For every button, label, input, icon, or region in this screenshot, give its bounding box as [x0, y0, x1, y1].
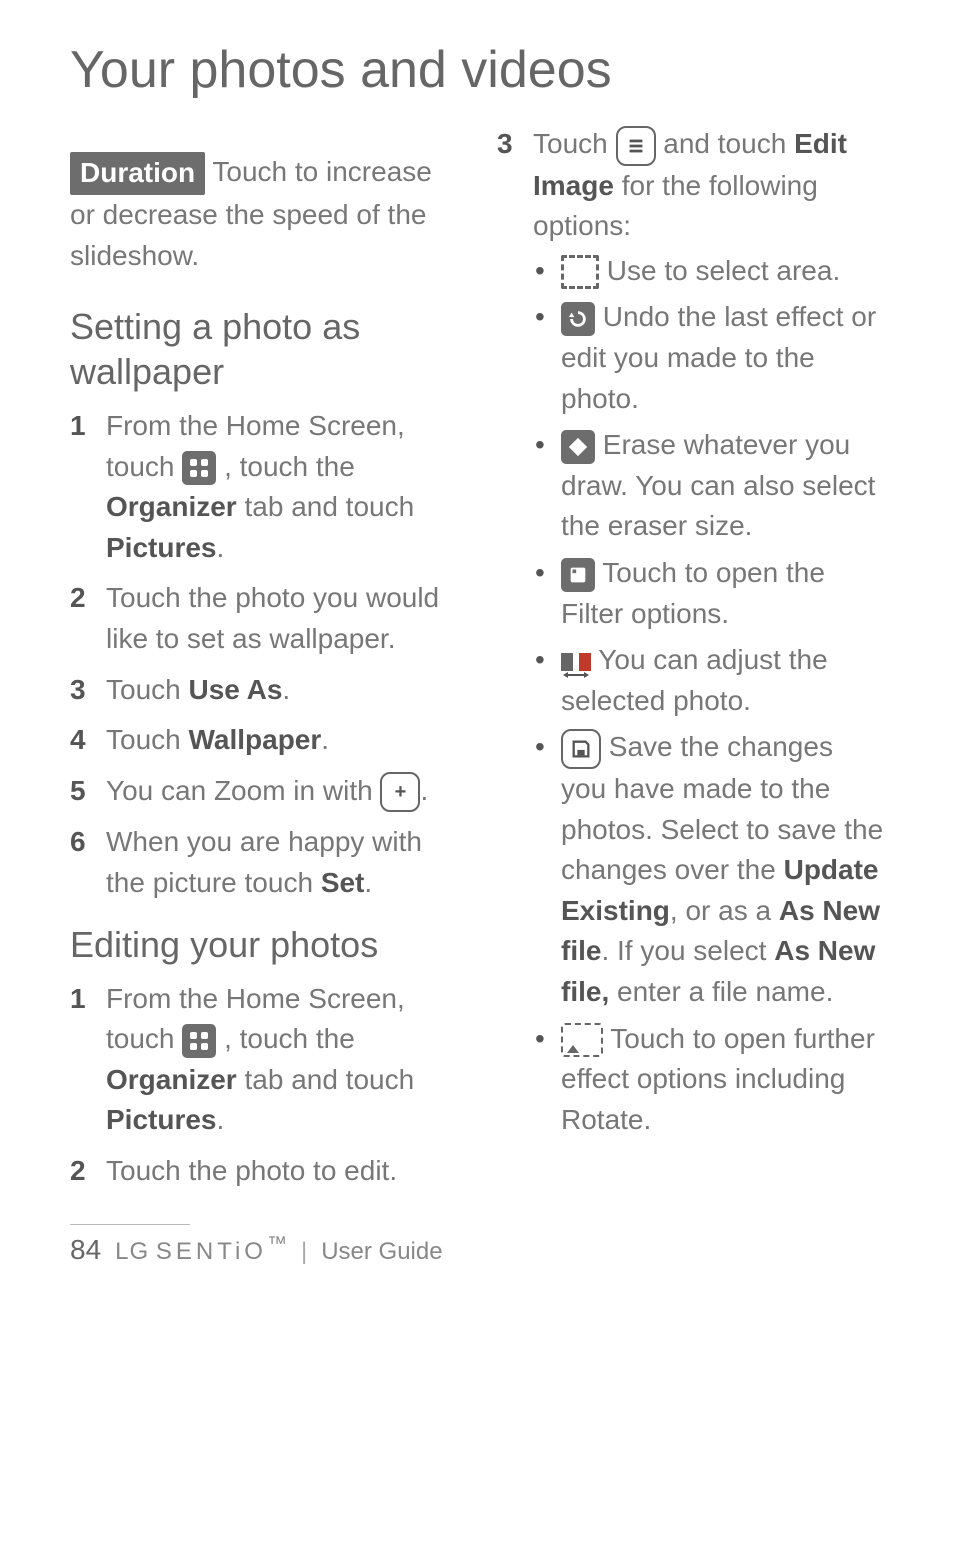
text: , touch the [224, 451, 355, 482]
apps-grid-icon [182, 451, 216, 485]
organizer-label: Organizer [106, 1064, 237, 1095]
text: , or as a [670, 895, 779, 926]
text: Touch [533, 128, 616, 159]
pictures-label: Pictures [106, 1104, 217, 1135]
page-footer: 84 LG SENTiO™ | User Guide [70, 1233, 884, 1266]
text: tab and touch [244, 491, 414, 522]
duration-chip: Duration [70, 152, 205, 195]
wallpaper-heading: Setting a photo as wallpaper [70, 304, 457, 394]
pictures-label: Pictures [106, 532, 217, 563]
set-label: Set [321, 867, 365, 898]
wallpaper-step-4: Touch Wallpaper. [70, 720, 457, 761]
text: When you are happy with the picture touc… [106, 826, 422, 898]
edit-option-filter: Touch to open the Filter options. [533, 553, 884, 634]
text: Touch to open the Filter options. [561, 557, 825, 629]
zoom-plus-icon: + [380, 772, 420, 812]
text: and touch [663, 128, 794, 159]
wallpaper-steps: From the Home Screen, touch , touch the … [70, 406, 457, 904]
page-number: 84 [70, 1234, 101, 1266]
text: Erase whatever you draw. You can also se… [561, 429, 875, 541]
editing-step-1: From the Home Screen, touch , touch the … [70, 979, 457, 1141]
right-column: Touch and touch Edit Image for the follo… [497, 124, 884, 1202]
text: Touch to open further effect options inc… [561, 1023, 875, 1135]
undo-icon [561, 302, 595, 336]
brand-block: LG SENTiO™ [115, 1233, 287, 1266]
text: . [420, 775, 428, 806]
text: . [217, 1104, 225, 1135]
edit-option-select-area: Use to select area. [533, 251, 884, 292]
brand-lg: LG [115, 1238, 149, 1265]
apps-grid-icon [182, 1024, 216, 1058]
edit-option-undo: Undo the last effect or edit you made to… [533, 297, 884, 419]
menu-list-icon [616, 126, 656, 166]
edit-option-erase: Erase whatever you draw. You can also se… [533, 425, 884, 547]
effects-icon [561, 1023, 603, 1057]
footer-divider: | [301, 1238, 307, 1266]
wallpaper-step-1: From the Home Screen, touch , touch the … [70, 406, 457, 568]
filter-icon [561, 558, 595, 592]
text: Touch [106, 724, 189, 755]
text: Use to select area. [599, 255, 840, 286]
duration-paragraph: Duration Touch to increase or decrease t… [70, 152, 457, 276]
text: enter a file name. [609, 976, 833, 1007]
edit-option-save: Save the changes you have made to the ph… [533, 727, 884, 1012]
wallpaper-label: Wallpaper [189, 724, 322, 755]
wallpaper-step-3: Touch Use As. [70, 670, 457, 711]
editing-step-3: Touch and touch Edit Image for the follo… [497, 124, 884, 1140]
text: Touch [106, 674, 189, 705]
wallpaper-step-5: You can Zoom in with +. [70, 771, 457, 813]
text: Undo the last effect or edit you made to… [561, 301, 876, 413]
text: You can Zoom in with [106, 775, 380, 806]
editing-steps-left: From the Home Screen, touch , touch the … [70, 979, 457, 1192]
guide-label: User Guide [321, 1238, 442, 1266]
text: . If you select [601, 935, 774, 966]
editing-step-2: Touch the photo to edit. [70, 1151, 457, 1192]
select-area-icon [561, 255, 599, 289]
editing-steps-right: Touch and touch Edit Image for the follo… [497, 124, 884, 1140]
text: You can adjust the selected photo. [561, 644, 828, 716]
two-column-layout: Duration Touch to increase or decrease t… [70, 124, 884, 1202]
wallpaper-step-6: When you are happy with the picture touc… [70, 822, 457, 903]
trademark: ™ [267, 1233, 287, 1255]
edit-option-adjust: You can adjust the selected photo. [533, 640, 884, 721]
edit-options-list: Use to select area. Undo the last effect… [533, 251, 884, 1140]
editing-heading: Editing your photos [70, 922, 457, 967]
text: . [282, 674, 290, 705]
text: . [217, 532, 225, 563]
adjust-icon [561, 651, 591, 673]
save-disk-icon [561, 729, 601, 769]
left-column: Duration Touch to increase or decrease t… [70, 124, 457, 1202]
footer-rule [70, 1224, 190, 1225]
text: tab and touch [244, 1064, 414, 1095]
eraser-icon [561, 430, 595, 464]
edit-option-effects: Touch to open further effect options inc… [533, 1019, 884, 1141]
page-title: Your photos and videos [70, 40, 884, 100]
wallpaper-step-2: Touch the photo you would like to set as… [70, 578, 457, 659]
use-as-label: Use As [189, 674, 283, 705]
manual-page: Your photos and videos Duration Touch to… [0, 0, 954, 1286]
text: . [321, 724, 329, 755]
organizer-label: Organizer [106, 491, 237, 522]
brand-sentio: SENTiO [156, 1238, 267, 1265]
text: . [364, 867, 372, 898]
text: , touch the [224, 1023, 355, 1054]
